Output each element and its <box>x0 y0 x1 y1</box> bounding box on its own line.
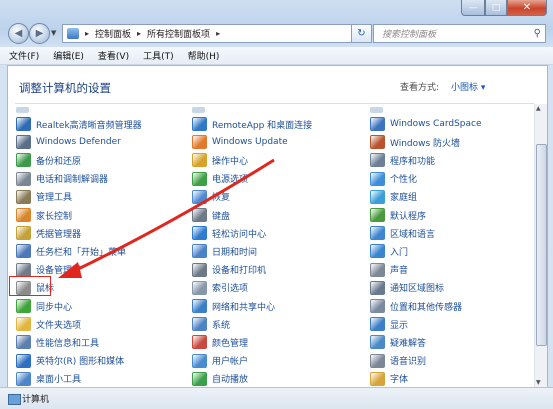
menu-tools[interactable]: 工具(T) <box>143 49 174 62</box>
scroll-down-arrow-icon[interactable]: ▼ <box>536 379 541 386</box>
status-bar: 计算机 <box>0 387 553 409</box>
window-caption-buttons: — □ ✕ <box>461 0 547 16</box>
control-panel-icon <box>67 28 79 39</box>
search-icon[interactable]: ⚲ <box>534 28 541 39</box>
status-text: 计算机 <box>22 395 50 405</box>
minimize-button[interactable]: — <box>461 0 485 16</box>
breadcrumb-all-items[interactable]: 所有控制面板项 <box>147 27 210 40</box>
forward-button[interactable]: ▶ <box>29 23 50 44</box>
breadcrumb-separator-icon: ▸ <box>85 29 90 38</box>
scrollbar-thumb[interactable] <box>536 144 547 346</box>
menu-help[interactable]: 帮助(H) <box>188 49 220 62</box>
computer-icon <box>8 394 21 405</box>
breadcrumb-control-panel[interactable]: 控制面板 <box>95 27 131 40</box>
control-panel-window: — □ ✕ ◀ ▶ ▼ ▸ 控制面板 ▸ 所有控制面板项 ▸ ▼ ↻ 搜索控制面… <box>0 0 553 409</box>
menu-bar: 文件(F) 编辑(E) 查看(V) 工具(T) 帮助(H) <box>0 47 553 65</box>
breadcrumb-separator-icon: ▸ <box>216 29 221 38</box>
close-button[interactable]: ✕ <box>507 0 547 16</box>
back-button[interactable]: ◀ <box>8 23 29 44</box>
maximize-button[interactable]: □ <box>485 0 507 16</box>
search-input[interactable]: 搜索控制面板 <box>382 27 436 40</box>
scroll-up-arrow-icon[interactable]: ▲ <box>536 105 541 112</box>
menu-view[interactable]: 查看(V) <box>98 49 129 62</box>
search-box[interactable]: 搜索控制面板 ⚲ <box>373 24 546 43</box>
address-bar[interactable]: ▸ 控制面板 ▸ 所有控制面板项 ▸ ▼ <box>62 24 371 43</box>
menu-file[interactable]: 文件(F) <box>9 49 39 62</box>
recent-pages-dropdown-icon[interactable]: ▼ <box>51 29 56 37</box>
refresh-button[interactable]: ↻ <box>351 24 372 43</box>
menu-edit[interactable]: 编辑(E) <box>53 49 84 62</box>
breadcrumb-separator-icon: ▸ <box>137 29 142 38</box>
breadcrumb: ▸ 控制面板 ▸ 所有控制面板项 ▸ <box>82 27 223 40</box>
annotation-arrow-icon <box>58 158 275 278</box>
navigation-bar: ◀ ▶ ▼ ▸ 控制面板 ▸ 所有控制面板项 ▸ ▼ ↻ 搜索控制面板 ⚲ <box>6 22 547 44</box>
vertical-scrollbar[interactable]: ▲ ▼ <box>534 104 547 387</box>
content-pane: 调整计算机的设置 查看方式: 小图标 ▾ Realtek高清晰音频管理器 Wind… <box>7 65 548 388</box>
